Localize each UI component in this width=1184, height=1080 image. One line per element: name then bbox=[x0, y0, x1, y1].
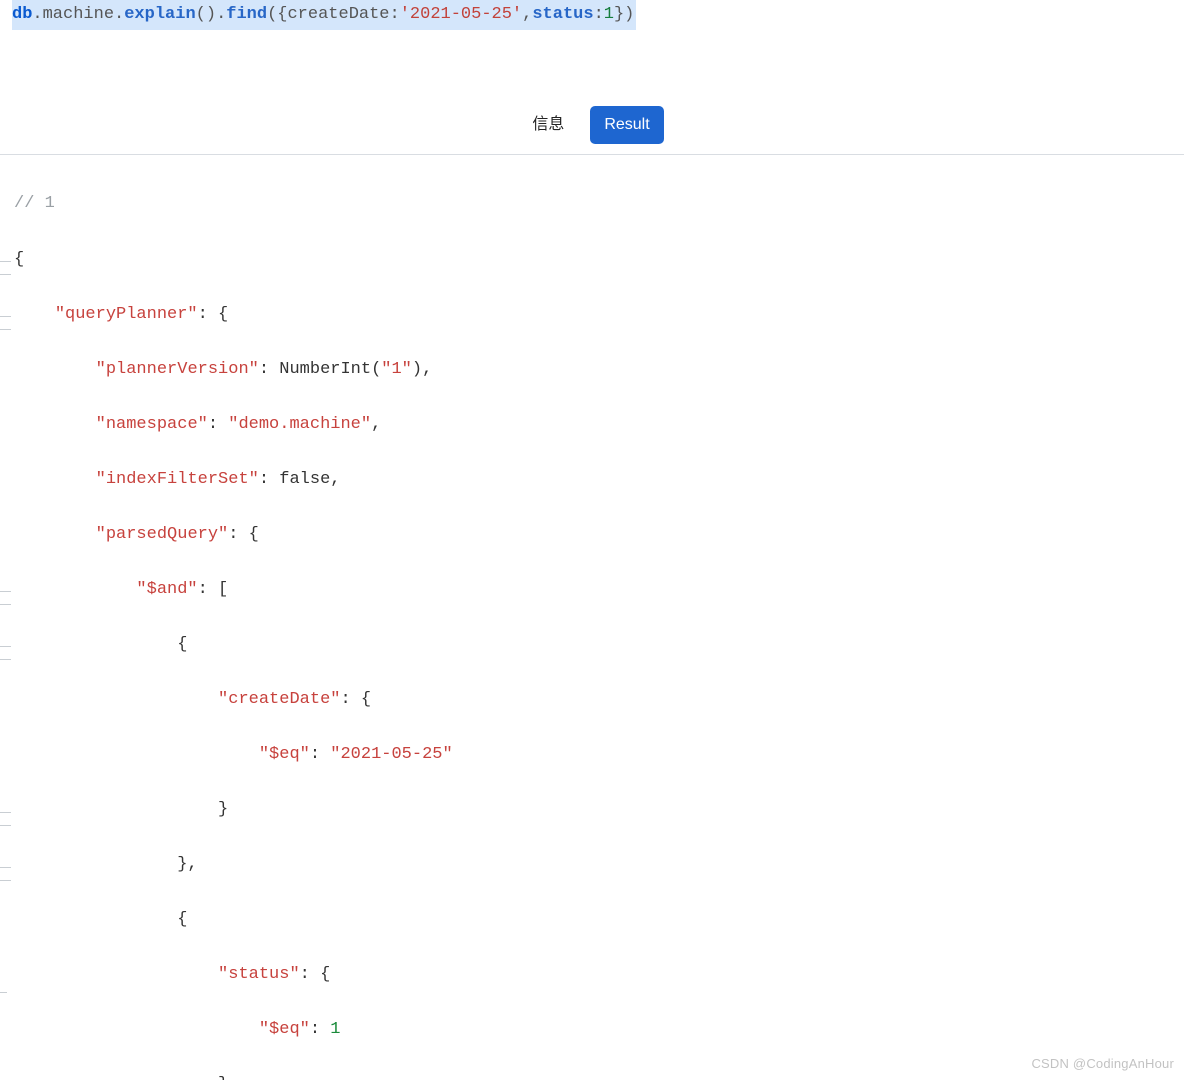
token-colon: : bbox=[594, 5, 604, 24]
code-comma: , bbox=[330, 470, 340, 489]
token-paren: () bbox=[196, 5, 216, 24]
token-find: find bbox=[226, 5, 267, 24]
token-comma: , bbox=[522, 5, 532, 24]
code-punct: : { bbox=[340, 690, 371, 709]
token-paren: ( bbox=[267, 5, 277, 24]
code-block: // 1 { "queryPlanner": { "plannerVersion… bbox=[14, 163, 1184, 1080]
fold-toggle-icon[interactable] bbox=[0, 646, 11, 660]
fold-toggle-icon[interactable] bbox=[0, 867, 11, 881]
token-string: '2021-05-25' bbox=[400, 5, 522, 24]
code-key: "indexFilterSet" bbox=[96, 470, 259, 489]
token-explain: explain bbox=[124, 5, 195, 24]
token-field: status bbox=[532, 5, 593, 24]
query-text[interactable]: db.machine.explain().find({createDate:'2… bbox=[12, 0, 636, 30]
code-key: "parsedQuery" bbox=[96, 525, 229, 544]
code-key: "namespace" bbox=[96, 415, 208, 434]
result-viewer[interactable]: // 1 { "queryPlanner": { "plannerVersion… bbox=[0, 155, 1184, 1080]
tab-info[interactable]: 信息 bbox=[520, 106, 576, 144]
code-plain: : NumberInt( bbox=[259, 360, 381, 379]
code-string: "1" bbox=[381, 360, 412, 379]
code-punct: : { bbox=[228, 525, 259, 544]
code-punct: : { bbox=[198, 305, 229, 324]
code-string: "2021-05-25" bbox=[330, 745, 452, 764]
token-colon: : bbox=[390, 5, 400, 24]
code-key: "status" bbox=[218, 965, 300, 984]
token-paren: ) bbox=[624, 5, 634, 24]
fold-toggle-icon[interactable] bbox=[0, 591, 11, 605]
code-key: "$and" bbox=[136, 580, 197, 599]
query-input-row: db.machine.explain().find({createDate:'2… bbox=[0, 0, 1184, 30]
token-collection: machine bbox=[43, 5, 114, 24]
code-colon: : bbox=[310, 745, 330, 764]
code-brace: { bbox=[14, 250, 24, 269]
watermark-text: CSDN @CodingAnHour bbox=[1031, 1053, 1174, 1074]
code-key: "createDate" bbox=[218, 690, 340, 709]
token-dot: . bbox=[114, 5, 124, 24]
fold-toggle-icon[interactable] bbox=[0, 316, 11, 330]
code-colon: : bbox=[259, 470, 279, 489]
code-bool: false bbox=[279, 470, 330, 489]
code-number: 1 bbox=[330, 1020, 340, 1039]
tab-result[interactable]: Result bbox=[590, 106, 663, 144]
token-field: createDate bbox=[287, 5, 389, 24]
token-dot: . bbox=[216, 5, 226, 24]
token-brace: { bbox=[277, 5, 287, 24]
token-brace: } bbox=[614, 5, 624, 24]
code-punct: : [ bbox=[198, 580, 229, 599]
code-brace: { bbox=[177, 635, 187, 654]
code-string: "demo.machine" bbox=[228, 415, 371, 434]
code-punct: : { bbox=[300, 965, 331, 984]
fold-toggle-icon[interactable] bbox=[0, 812, 11, 826]
token-number: 1 bbox=[604, 5, 614, 24]
code-comment: // 1 bbox=[14, 194, 55, 213]
token-dot: . bbox=[32, 5, 42, 24]
tabs-row: 信息 Result bbox=[0, 106, 1184, 155]
fold-guide-icon bbox=[0, 992, 7, 993]
code-brace: }, bbox=[177, 855, 197, 874]
code-key: "$eq" bbox=[259, 1020, 310, 1039]
code-brace: { bbox=[177, 910, 187, 929]
code-colon: : bbox=[208, 415, 228, 434]
code-key: "plannerVersion" bbox=[96, 360, 259, 379]
code-plain: ), bbox=[412, 360, 432, 379]
code-key: "$eq" bbox=[259, 745, 310, 764]
fold-toggle-icon[interactable] bbox=[0, 261, 11, 275]
code-key: "queryPlanner" bbox=[55, 305, 198, 324]
code-colon: : bbox=[310, 1020, 330, 1039]
code-brace: } bbox=[218, 1075, 228, 1080]
code-brace: } bbox=[218, 800, 228, 819]
code-comma: , bbox=[371, 415, 381, 434]
token-db: db bbox=[12, 5, 32, 24]
